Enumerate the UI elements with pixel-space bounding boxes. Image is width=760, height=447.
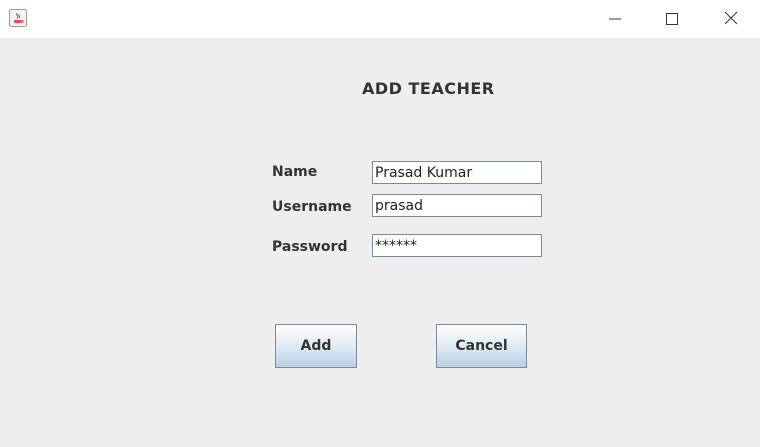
java-icon[interactable] [9,9,27,27]
form-panel: ADD TEACHER Name Username Password Add C… [0,39,760,447]
username-field[interactable] [372,194,542,217]
app-window: ADD TEACHER Name Username Password Add C… [0,0,760,447]
name-field[interactable] [372,161,542,184]
password-field[interactable] [372,234,542,257]
minimize-button[interactable] [586,0,644,38]
maximize-icon [666,10,678,29]
page-title: ADD TEACHER [362,79,495,98]
close-button[interactable] [702,0,760,38]
close-icon [724,10,738,29]
maximize-button[interactable] [643,0,701,38]
title-bar[interactable] [0,0,760,39]
username-label: Username [272,199,352,215]
minimize-icon [609,10,621,29]
password-label: Password [272,239,348,255]
cancel-button[interactable]: Cancel [436,324,527,368]
name-label: Name [272,164,318,180]
add-button[interactable]: Add [275,324,357,368]
